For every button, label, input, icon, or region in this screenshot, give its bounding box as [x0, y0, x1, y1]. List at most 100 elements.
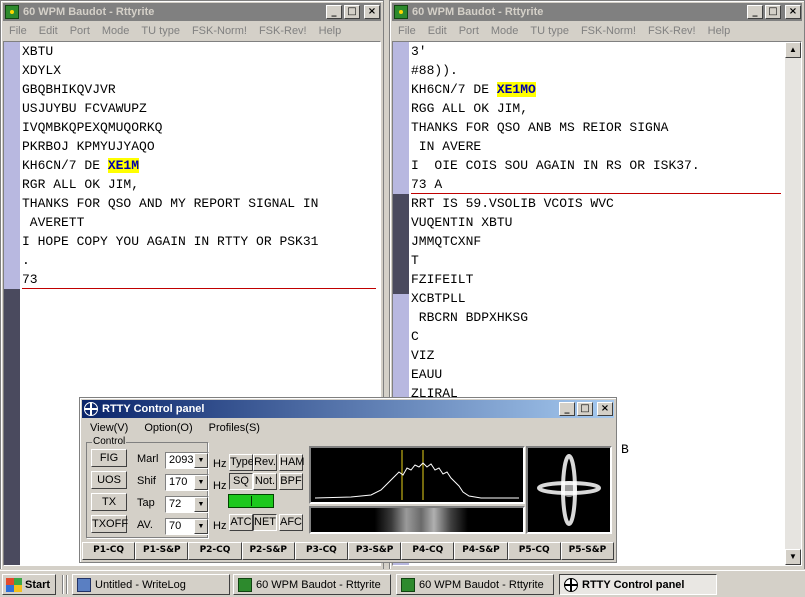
menu-tu-type[interactable]: TU type [524, 25, 575, 37]
macro-p1-cq[interactable]: P1-CQ [82, 542, 136, 560]
menu-option[interactable]: Option(O) [136, 422, 200, 434]
rx-line-text: RGG ALL OK JIM, [411, 101, 529, 116]
dropdown-arrow-icon[interactable]: ▼ [194, 497, 208, 512]
task-control-panel[interactable]: RTTY Control panel [559, 574, 717, 595]
rx-line: RBCRN BDPXHKSG [411, 308, 781, 327]
control-panel-titlebar[interactable]: RTTY Control panel _ □ × [82, 400, 614, 418]
maximize-icon[interactable]: □ [765, 5, 781, 19]
rx-line-text: T [411, 253, 419, 268]
menu-mode[interactable]: Mode [96, 25, 136, 37]
close-icon[interactable]: × [597, 402, 613, 416]
tx-button[interactable]: TX [91, 493, 127, 511]
rx-line-text: KH6CN/7 DE [411, 82, 497, 97]
rttyrite-icon [401, 577, 415, 592]
uos-button[interactable]: UOS [91, 471, 127, 489]
close-icon[interactable]: × [785, 5, 801, 19]
rx-line-text: FZIFEILT [411, 272, 474, 287]
right-window-titlebar[interactable]: 60 WPM Baudot - Rttyrite _ □ × [392, 3, 802, 21]
left-gutter [4, 42, 20, 565]
type-button[interactable]: Type [229, 454, 254, 471]
menu-edit[interactable]: Edit [422, 25, 453, 37]
afc-button[interactable]: AFC [279, 514, 303, 531]
maximize-icon[interactable]: □ [344, 5, 360, 19]
rx-line: I OIE COIS SOU AGAIN IN RS OR ISK37. [411, 156, 781, 175]
macro-p5-sp[interactable]: P5-S&P [560, 542, 615, 560]
shift-label: Shif [137, 475, 156, 487]
menu-fsk-norm[interactable]: FSK-Norm! [575, 25, 642, 37]
menu-mode[interactable]: Mode [485, 25, 525, 37]
macro-p2-cq[interactable]: P2-CQ [188, 542, 242, 560]
menu-view[interactable]: View(V) [82, 422, 136, 434]
waterfall-display[interactable] [309, 506, 525, 534]
scroll-down-icon[interactable]: ▼ [785, 549, 801, 565]
txoff-button[interactable]: TXOFF [91, 515, 128, 533]
start-label: Start [25, 578, 51, 591]
dropdown-arrow-icon[interactable]: ▼ [194, 453, 208, 468]
menu-edit[interactable]: Edit [33, 25, 64, 37]
macro-p3-sp[interactable]: P3-S&P [348, 542, 402, 560]
ham-button[interactable]: HAM [279, 454, 304, 471]
left-window-titlebar[interactable]: 60 WPM Baudot - Rttyrite _ □ × [3, 3, 381, 21]
rx-line: XBTU [22, 42, 376, 61]
macro-p3-cq[interactable]: P3-CQ [294, 542, 349, 560]
av-select[interactable]: 70 ▼ [165, 518, 209, 535]
crossed-ellipse-trace [537, 454, 601, 526]
menu-port[interactable]: Port [453, 25, 485, 37]
shift-select[interactable]: 170 ▼ [165, 474, 209, 491]
mark-value: 2093 [169, 454, 194, 466]
callsign-highlight[interactable]: XE1M [107, 158, 140, 173]
macro-p4-cq[interactable]: P4-CQ [401, 542, 455, 560]
macro-p5-cq[interactable]: P5-CQ [507, 542, 561, 560]
menu-profiles[interactable]: Profiles(S) [201, 422, 268, 434]
bpf-button[interactable]: BPF [279, 473, 303, 490]
taskbar-separator [66, 575, 68, 594]
scroll-up-icon[interactable]: ▲ [785, 42, 801, 58]
rx-line: 73 [22, 270, 376, 289]
tap-select[interactable]: 72 ▼ [165, 496, 209, 513]
rx-line: RRT IS 59.VSOLIB VCOIS WVC [411, 194, 781, 213]
rx-line-text: #88)). [411, 63, 458, 78]
task-label: 60 WPM Baudot - Rttyrite [419, 578, 544, 591]
task-rttyrite-1[interactable]: 60 WPM Baudot - Rttyrite [233, 574, 391, 595]
minimize-icon[interactable]: _ [326, 5, 342, 19]
menu-tu-type[interactable]: TU type [135, 25, 186, 37]
macro-p4-sp[interactable]: P4-S&P [454, 542, 508, 560]
menu-help[interactable]: Help [313, 25, 348, 37]
task-label: 60 WPM Baudot - Rttyrite [256, 578, 381, 591]
rx-line: I HOPE COPY YOU AGAIN IN RTTY OR PSK31 [22, 232, 376, 251]
menu-file[interactable]: File [3, 25, 33, 37]
net-button[interactable]: NET [253, 514, 277, 531]
dropdown-arrow-icon[interactable]: ▼ [194, 519, 208, 534]
rx-line-text: THANKS FOR QSO AND MY REPORT SIGNAL IN [22, 196, 319, 211]
menu-fsk-rev[interactable]: FSK-Rev! [253, 25, 313, 37]
maximize-icon[interactable]: □ [577, 402, 593, 416]
rev-button[interactable]: Rev. [253, 454, 277, 471]
mark-freq-select[interactable]: 2093 ▼ [165, 452, 209, 469]
task-rttyrite-2[interactable]: 60 WPM Baudot - Rttyrite [396, 574, 554, 595]
minimize-icon[interactable]: _ [747, 5, 763, 19]
spectrum-trace [314, 450, 519, 500]
close-icon[interactable]: × [364, 5, 380, 19]
dropdown-arrow-icon[interactable]: ▼ [194, 475, 208, 490]
macro-p2-sp[interactable]: P2-S&P [241, 542, 295, 560]
rx-line-text: 73 [22, 272, 38, 287]
atc-button[interactable]: ATC [229, 514, 253, 531]
menu-fsk-rev[interactable]: FSK-Rev! [642, 25, 702, 37]
right-vertical-scrollbar[interactable]: ▲ ▼ [785, 42, 801, 565]
menu-fsk-norm[interactable]: FSK-Norm! [186, 25, 253, 37]
sq-button[interactable]: SQ [229, 473, 253, 490]
macro-p1-sp[interactable]: P1-S&P [135, 542, 189, 560]
not-button[interactable]: Not. [253, 473, 277, 490]
menu-file[interactable]: File [392, 25, 422, 37]
fig-button[interactable]: FIG [91, 449, 127, 467]
xy-scope-display[interactable] [526, 446, 612, 534]
start-button[interactable]: Start [2, 574, 56, 595]
menu-help[interactable]: Help [702, 25, 737, 37]
rx-line: THANKS FOR QSO AND MY REPORT SIGNAL IN [22, 194, 376, 213]
task-writelog[interactable]: Untitled - WriteLog [72, 574, 230, 595]
callsign-highlight[interactable]: XE1MO [496, 82, 536, 97]
minimize-icon[interactable]: _ [559, 402, 575, 416]
menu-port[interactable]: Port [64, 25, 96, 37]
spectrum-display[interactable] [309, 446, 525, 504]
rx-line-text: RGR ALL OK JIM, [22, 177, 140, 192]
